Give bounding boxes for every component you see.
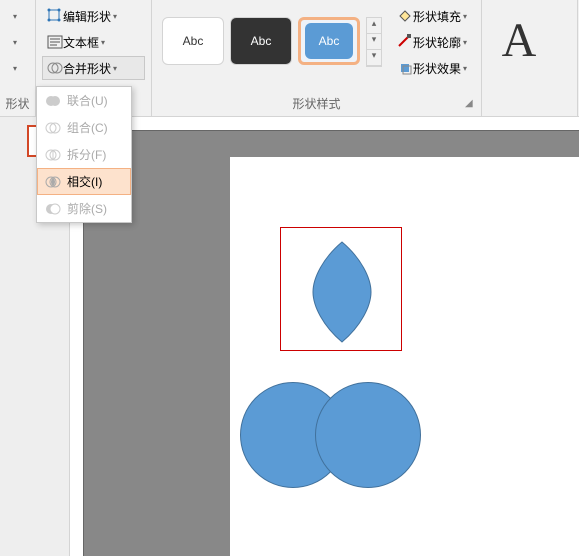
gallery-spinner: ▴ ▾ ▾ — [366, 17, 382, 67]
chevron-down-icon: ▾ — [113, 12, 117, 21]
group-wordart-partial: A — [482, 0, 578, 116]
combine-icon — [45, 120, 61, 136]
chevron-down-icon: ▾ — [113, 64, 117, 73]
merge-shapes-label: 合并形状 — [63, 60, 111, 77]
gallery-up[interactable]: ▴ — [367, 18, 381, 34]
text-box-icon — [47, 34, 63, 50]
chevron-down-icon: ▾ — [463, 12, 467, 21]
shape-row-1[interactable]: ▾ — [6, 4, 29, 28]
gallery-more[interactable]: ▾ — [367, 50, 381, 66]
dd-combine[interactable]: 组合(C) — [37, 114, 131, 141]
slide-canvas[interactable] — [230, 157, 579, 557]
group-shape-styles: Abc Abc Abc ▴ ▾ ▾ 形状填充 ▾ 形状轮廓 ▾ — [152, 0, 482, 116]
chevron-down-icon: ▾ — [463, 38, 467, 47]
shape-outline-button[interactable]: 形状轮廓 ▾ — [392, 30, 472, 54]
shape-row-3[interactable]: ▾ — [6, 56, 29, 80]
dd-subtract[interactable]: 剪除(S) — [37, 195, 131, 222]
shape-effects-label: 形状效果 — [413, 60, 461, 77]
edit-shape-label: 编辑形状 — [63, 8, 111, 25]
intersect-icon — [45, 174, 61, 190]
group-label-shapes: 形状 — [0, 95, 35, 112]
gallery-down[interactable]: ▾ — [367, 34, 381, 50]
edit-shape-button[interactable]: 编辑形状 ▾ — [42, 4, 145, 28]
style-gallery: Abc Abc Abc ▴ ▾ ▾ — [158, 13, 386, 71]
chevron-down-icon: ▾ — [463, 64, 467, 73]
style-3[interactable]: Abc — [298, 17, 360, 65]
ruler-horizontal[interactable] — [84, 117, 579, 131]
merge-shapes-button[interactable]: 合并形状 ▾ — [42, 56, 145, 80]
outline-icon — [397, 34, 413, 50]
text-box-button[interactable]: 文本框 ▾ — [42, 30, 145, 54]
fragment-icon — [45, 147, 61, 163]
shape-fill-label: 形状填充 — [413, 8, 461, 25]
selection-box[interactable] — [280, 227, 402, 351]
wordart-A[interactable]: A — [488, 4, 550, 76]
style-1[interactable]: Abc — [162, 17, 224, 65]
intersect-shape[interactable] — [281, 228, 403, 352]
dd-fragment[interactable]: 拆分(F) — [37, 141, 131, 168]
group-insert-shapes-partial: ▾ ▾ ▾ 形状 — [0, 0, 36, 116]
shape-effects-button[interactable]: 形状效果 ▾ — [392, 56, 472, 80]
merge-shapes-dropdown: 联合(U) 组合(C) 拆分(F) 相交(I) 剪除(S) — [36, 86, 132, 223]
fill-icon — [397, 8, 413, 24]
chevron-down-icon: ▾ — [101, 38, 105, 47]
merge-shapes-icon — [47, 60, 63, 76]
edit-shape-icon — [47, 8, 63, 24]
edit-area — [70, 117, 579, 556]
text-box-label: 文本框 — [63, 34, 99, 51]
dd-intersect[interactable]: 相交(I) — [37, 168, 131, 195]
shape-outline-label: 形状轮廓 — [413, 34, 461, 51]
dialog-launcher-styles[interactable]: ◢ — [465, 98, 477, 110]
dd-union[interactable]: 联合(U) — [37, 87, 131, 114]
subtract-icon — [45, 201, 61, 217]
shape-fill-button[interactable]: 形状填充 ▾ — [392, 4, 472, 28]
style-2[interactable]: Abc — [230, 17, 292, 65]
circle-right[interactable] — [315, 382, 421, 488]
effects-icon — [397, 60, 413, 76]
group-label-styles: 形状样式 — [152, 95, 481, 112]
shape-row-2[interactable]: ▾ — [6, 30, 29, 54]
union-icon — [45, 93, 61, 109]
